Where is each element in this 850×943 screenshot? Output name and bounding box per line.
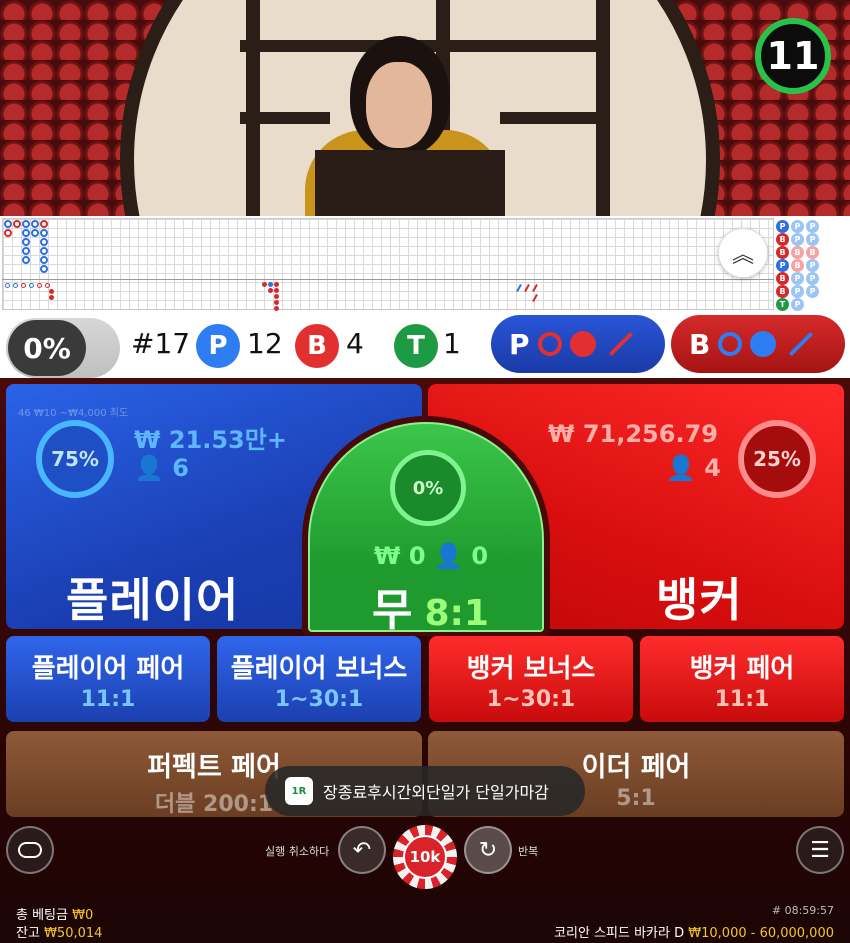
percent-value: 0% (8, 320, 86, 376)
countdown-timer: 11 (755, 18, 831, 94)
bead-plate-cell: P (806, 285, 819, 298)
repeat-label: 반복 (518, 845, 539, 858)
bead-plate-cell: P (806, 272, 819, 285)
hamburger-menu-icon: ☰ (810, 837, 830, 863)
cockroach-icon (789, 331, 814, 357)
undo-label: 실행 취소하다 (265, 845, 330, 858)
tie-stat-icon: T (394, 324, 438, 368)
bead-plate-cell: B (776, 272, 789, 285)
tie-count: 1 (443, 327, 461, 360)
stats-bar: 0% #17 P 12 B 4 T 1 P B (0, 312, 850, 378)
chip-selector[interactable]: 10k (393, 825, 457, 889)
betting-table: 46 ₩10 ~₩4,000 최도 75% ₩ 21.53만+ 👤 6 플레이어… (0, 378, 850, 943)
banker-ask-button[interactable]: B (671, 315, 845, 373)
bead-plate-cell: P (776, 259, 789, 272)
side-bet-label: 플레이어 보너스 (230, 654, 408, 684)
player-label: 플레이어 (66, 573, 240, 627)
big-eye-icon (537, 332, 562, 356)
bead-plate-cell: B (791, 259, 804, 272)
side-bet-odds: 1~30:1 (274, 687, 364, 712)
chat-icon (18, 842, 42, 858)
cockroach-icon (608, 331, 633, 357)
player-bonus-bet[interactable]: 플레이어 보너스 1~30:1 (217, 636, 421, 722)
bead-plate-cell: B (776, 285, 789, 298)
dealer-face (366, 62, 432, 148)
player-ask-button[interactable]: P (491, 315, 665, 373)
player-total-amount: ₩ 21.53만+ (134, 426, 287, 454)
chip-value: 10k (403, 835, 447, 879)
toast-text: 장종료후시간외단일가 단일가마감 (323, 783, 549, 802)
roadmap[interactable]: ︽ PPPBPPBBBPBPBPPBPPTP (0, 216, 850, 312)
repeat-button[interactable]: ↻ (464, 826, 512, 874)
menu-button[interactable]: ☰ (796, 826, 844, 874)
bead-plate-cell: T (776, 298, 789, 311)
bead-plate-cell: B (806, 246, 819, 259)
small-road-icon (569, 331, 596, 357)
game-id: # 08:59:57 (771, 904, 834, 917)
bead-plate-cell: B (791, 246, 804, 259)
big-eye-icon (718, 332, 743, 356)
side-bet-odds: 1~30:1 (486, 687, 576, 712)
tie-odds: 8:1 (424, 593, 489, 634)
bead-plate-cell: P (776, 220, 789, 233)
bead-plate-cell: B (776, 246, 789, 259)
player-ask-label: P (509, 327, 530, 361)
side-bet-odds: 11:1 (80, 687, 136, 712)
bead-plate-cell: P (806, 259, 819, 272)
player-win-count: 12 (247, 327, 283, 360)
banker-pair-bet[interactable]: 뱅커 페어 11:1 (640, 636, 844, 722)
player-pair-bet[interactable]: 플레이어 페어 11:1 (6, 636, 210, 722)
small-road-icon (750, 331, 777, 357)
undo-button[interactable]: ↶ (338, 826, 386, 874)
banker-stat-icon: B (295, 324, 339, 368)
bead-plate-cell: P (806, 233, 819, 246)
bead-plate-cell: B (776, 233, 789, 246)
player-limit: 46 ₩10 ~₩4,000 최도 (18, 408, 129, 419)
total-bet: 총 베팅금 ₩0 (16, 908, 94, 923)
notification-toast: 1R 장종료후시간외단일가 단일가마감 (265, 766, 585, 816)
banker-bet-percent: 25% (738, 420, 816, 498)
bead-plate-cell: P (791, 285, 804, 298)
bead-plate-cell: P (791, 272, 804, 285)
chevron-up-icon: ︽ (731, 243, 754, 268)
percent-toggle[interactable]: 0% (6, 318, 120, 378)
tie-bettors: 0 (471, 542, 489, 570)
banker-label: 뱅커 (656, 573, 743, 627)
player-bet-percent: 75% (36, 420, 114, 498)
chat-button[interactable] (6, 826, 54, 874)
side-bet-odds: 11:1 (714, 687, 770, 712)
banker-ask-label: B (689, 327, 711, 361)
round-number: #17 (131, 327, 191, 360)
bead-plate-cell: P (791, 233, 804, 246)
side-bet-label: 플레이어 페어 (31, 654, 185, 684)
banker-bonus-bet[interactable]: 뱅커 보너스 1~30:1 (429, 636, 633, 722)
dealer-table (315, 150, 505, 216)
person-icon: 👤 (666, 454, 696, 482)
undo-icon: ↶ (352, 837, 372, 863)
player-stat-icon: P (196, 324, 240, 368)
app-logo-icon: 1R (285, 777, 313, 805)
table-info: 코리안 스피드 바카라 D ₩10,000 - 60,000,000 (554, 926, 834, 941)
person-icon: 👤 (134, 454, 164, 482)
side-bet-label: 뱅커 보너스 (466, 654, 596, 684)
repeat-icon: ↻ (478, 837, 498, 863)
tie-bet-percent: 0% (390, 450, 466, 526)
expand-roadmap-button[interactable]: ︽ (718, 228, 768, 278)
big-road-grid (2, 218, 774, 310)
banker-win-count: 4 (346, 327, 364, 360)
balance: 잔고 ₩50,014 (16, 926, 103, 941)
bead-plate-cell: P (806, 220, 819, 233)
person-icon: 👤 (433, 542, 464, 570)
tie-total-amount: ₩ 0 (374, 542, 426, 570)
banker-total-amount: ₩ 71,256.79 (548, 420, 718, 448)
side-bet-label: 뱅커 페어 (689, 654, 795, 684)
live-video: 11 (0, 0, 850, 216)
bead-plate-cell: P (791, 220, 804, 233)
tie-label: 무 (372, 585, 413, 636)
player-bettors: 👤 6 (134, 454, 189, 482)
bead-plate-cell: P (791, 298, 804, 311)
banker-bettors: 👤 4 (666, 454, 721, 482)
